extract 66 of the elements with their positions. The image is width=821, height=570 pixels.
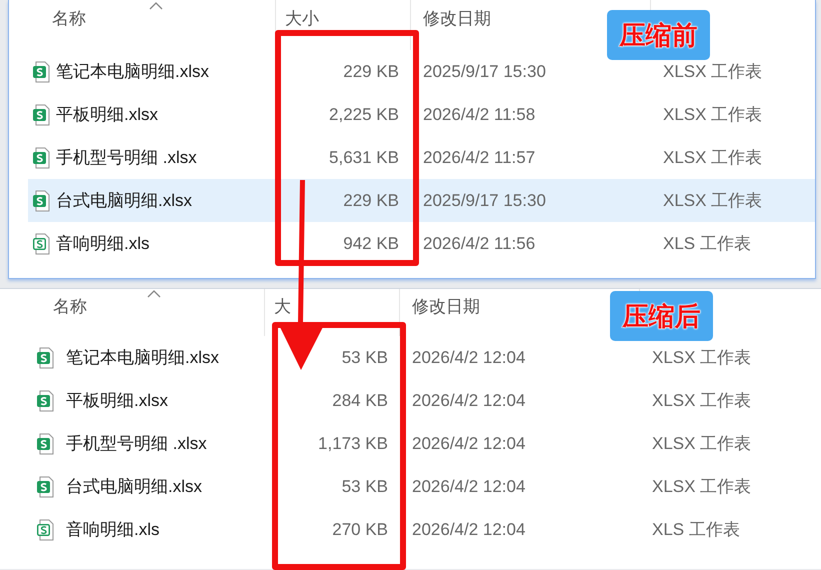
- spreadsheet-file-icon: [36, 390, 54, 412]
- file-row[interactable]: 音响明细.xls 942 KB 2026/4/2 11:56 XLS 工作表: [28, 222, 815, 265]
- file-row[interactable]: 平板明细.xlsx 284 KB 2026/4/2 12:04 XLSX 工作表: [30, 379, 821, 422]
- modified-date: 2026/4/2 12:04: [412, 348, 526, 366]
- file-name: 平板明细.xlsx: [56, 105, 158, 124]
- column-header[interactable]: 修改日期: [412, 295, 480, 318]
- column-header[interactable]: 名称: [52, 7, 86, 30]
- file-type: XLSX 工作表: [652, 391, 752, 410]
- file-name: 笔记本电脑明细.xlsx: [56, 62, 209, 81]
- modified-date: 2026/4/2 11:56: [423, 234, 536, 252]
- file-size: 5,631 KB: [329, 148, 399, 168]
- spreadsheet-file-icon: [32, 232, 50, 254]
- file-row[interactable]: 台式电脑明细.xlsx 229 KB 2025/9/17 15:30 XLSX 工作表: [28, 179, 815, 222]
- file-size: 270 KB: [332, 520, 388, 540]
- file-size: 229 KB: [343, 190, 399, 210]
- annotation-label: 压缩后: [610, 291, 713, 341]
- file-type: XLSX 工作表: [652, 348, 752, 367]
- file-type: XLSX 工作表: [663, 62, 762, 81]
- file-size: 2,225 KB: [329, 104, 399, 124]
- file-name: 台式电脑明细.xlsx: [56, 191, 192, 210]
- file-size: 284 KB: [332, 390, 388, 410]
- file-size: 942 KB: [343, 234, 399, 254]
- spreadsheet-file-icon: [32, 190, 50, 212]
- file-size: 53 KB: [342, 476, 388, 496]
- file-row[interactable]: 台式电脑明细.xlsx 53 KB 2026/4/2 12:04 XLSX 工作表: [30, 465, 821, 508]
- file-type: XLSX 工作表: [663, 148, 762, 167]
- file-name: 音响明细.xls: [56, 234, 150, 253]
- spreadsheet-file-icon: [32, 146, 50, 168]
- column-header[interactable]: 修改日期: [423, 7, 491, 30]
- spreadsheet-file-icon: [36, 346, 54, 368]
- modified-date: 2026/4/2 12:04: [412, 434, 526, 452]
- modified-date: 2025/9/17 15:30: [423, 62, 546, 80]
- file-size: 1,173 KB: [318, 434, 388, 454]
- file-name: 音响明细.xls: [66, 520, 160, 539]
- file-type: XLSX 工作表: [663, 105, 762, 124]
- modified-date: 2026/4/2 11:57: [423, 148, 536, 166]
- spreadsheet-file-icon: [36, 518, 54, 540]
- file-size: 229 KB: [343, 62, 399, 82]
- file-size: 53 KB: [342, 348, 388, 368]
- file-type: XLS 工作表: [663, 234, 751, 253]
- file-type: XLSX 工作表: [652, 477, 752, 496]
- spreadsheet-file-icon: [36, 432, 54, 454]
- modified-date: 2026/4/2 12:04: [412, 476, 526, 496]
- file-type: XLSX 工作表: [652, 434, 752, 453]
- modified-date: 2026/4/2 12:04: [412, 390, 526, 410]
- file-row[interactable]: 音响明细.xls 270 KB 2026/4/2 12:04 XLS 工作表: [30, 508, 821, 551]
- column-header[interactable]: 大: [274, 295, 291, 318]
- file-row[interactable]: 平板明细.xlsx 2,225 KB 2026/4/2 11:58 XLSX 工作表: [28, 93, 815, 136]
- spreadsheet-file-icon: [32, 104, 50, 126]
- spreadsheet-file-icon: [36, 476, 54, 498]
- column-header[interactable]: 大小: [285, 7, 319, 30]
- file-name: 平板明细.xlsx: [66, 391, 168, 410]
- file-name: 手机型号明细 .xlsx: [66, 434, 207, 453]
- spreadsheet-file-icon: [32, 60, 50, 82]
- modified-date: 2025/9/17 15:30: [423, 190, 546, 210]
- file-row[interactable]: 手机型号明细 .xlsx 5,631 KB 2026/4/2 11:57 XLSX 工作表: [28, 136, 815, 179]
- file-type: XLS 工作表: [652, 520, 740, 539]
- file-name: 台式电脑明细.xlsx: [66, 477, 202, 496]
- modified-date: 2026/4/2 12:04: [412, 520, 526, 538]
- modified-date: 2026/4/2 11:58: [423, 104, 536, 124]
- file-name: 手机型号明细 .xlsx: [56, 148, 197, 167]
- file-type: XLSX 工作表: [663, 191, 762, 210]
- file-row[interactable]: 手机型号明细 .xlsx 1,173 KB 2026/4/2 12:04 XLSX 工作表: [30, 422, 821, 465]
- file-name: 笔记本电脑明细.xlsx: [66, 348, 219, 367]
- column-header[interactable]: 名称: [53, 295, 87, 318]
- annotation-label: 压缩前: [607, 10, 710, 60]
